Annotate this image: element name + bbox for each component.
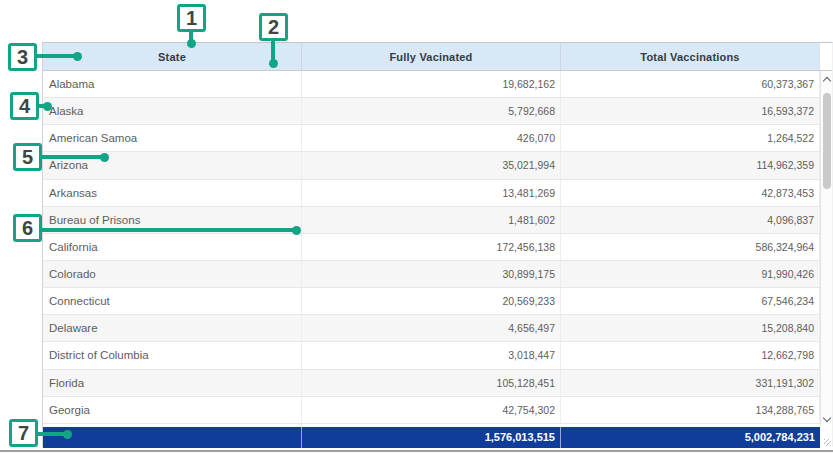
column-header-state[interactable]: State [43,43,302,70]
bottom-divider [0,450,833,452]
table-body: Alabama19,682,16260,373,367Alaska5,792,6… [43,71,832,424]
cell-fully-vacinated: 30,899,175 [302,261,561,287]
table-row[interactable]: District of Columbia3,018,44712,662,798 [43,342,832,369]
table-row[interactable]: Colorado30,899,17591,990,426 [43,261,832,288]
callout-4-dot [43,102,52,111]
page: State Fully Vacinated Total Vaccinations… [0,0,833,453]
cell-state: Georgia [43,397,302,423]
cell-total-vaccinations: 12,662,798 [561,342,820,368]
cell-fully-vacinated: 105,128,451 [302,370,561,396]
column-header-total-vaccinations[interactable]: Total Vaccinations [561,43,820,70]
cell-total-vaccinations: 67,546,234 [561,288,820,314]
callout-6-line [39,228,294,232]
cell-total-vaccinations: 91,990,426 [561,261,820,287]
callout-2-line [271,39,275,61]
callout-3-dot [73,52,82,61]
cell-state: Alabama [43,71,302,97]
resize-grip-icon [824,439,831,446]
table-header-row: State Fully Vacinated Total Vaccinations [43,43,832,71]
cell-state: District of Columbia [43,342,302,368]
table-row[interactable]: Delaware4,656,49715,208,840 [43,315,832,342]
cell-fully-vacinated: 172,456,138 [302,234,561,260]
vertical-scrollbar[interactable] [820,71,832,424]
column-header-fully-vacinated[interactable]: Fully Vacinated [302,43,561,70]
cell-total-vaccinations: 134,288,765 [561,397,820,423]
callout-1-dot [187,39,196,48]
callout-3-line [34,54,74,58]
cell-total-vaccinations: 331,191,302 [561,370,820,396]
cell-fully-vacinated: 42,754,302 [302,397,561,423]
scrollbar-thumb[interactable] [823,93,831,189]
cell-fully-vacinated: 35,021,994 [302,152,561,178]
table-row[interactable]: Alaska5,792,66816,593,372 [43,98,832,125]
cell-state: Florida [43,370,302,396]
cell-fully-vacinated: 13,481,269 [302,180,561,206]
callout-6-dot [292,226,301,235]
table-row[interactable]: Georgia42,754,302134,288,765 [43,397,832,424]
cell-state: California [43,234,302,260]
scroll-up-icon[interactable] [823,77,831,85]
cell-state: Connecticut [43,288,302,314]
summary-total-vaccinations: 5,002,784,231 [561,427,820,448]
cell-fully-vacinated: 4,656,497 [302,315,561,341]
header-scroll-gap [820,43,832,70]
scroll-down-icon[interactable] [823,414,831,422]
table-row[interactable]: Arkansas13,481,26942,873,453 [43,180,832,207]
callout-7-dot [63,430,72,439]
table-row[interactable]: American Samoa426,0701,264,522 [43,125,832,152]
table-row[interactable]: Connecticut20,569,23367,546,234 [43,288,832,315]
cell-fully-vacinated: 426,070 [302,125,561,151]
cell-total-vaccinations: 60,373,367 [561,71,820,97]
cell-fully-vacinated: 20,569,233 [302,288,561,314]
callout-7-line [35,432,65,436]
cell-state: American Samoa [43,125,302,151]
vaccinations-table: State Fully Vacinated Total Vaccinations… [42,42,833,447]
cell-total-vaccinations: 114,962,359 [561,152,820,178]
callout-5-line [39,155,102,159]
summary-fully-vacinated: 1,576,013,515 [302,427,561,448]
cell-fully-vacinated: 1,481,602 [302,207,561,233]
cell-total-vaccinations: 15,208,840 [561,315,820,341]
cell-state: Arkansas [43,180,302,206]
cell-fully-vacinated: 19,682,162 [302,71,561,97]
cell-state: Delaware [43,315,302,341]
summary-state-cell [43,427,302,448]
cell-total-vaccinations: 1,264,522 [561,125,820,151]
callout-2-dot [269,59,278,68]
summary-row: 1,576,013,515 5,002,784,231 [43,427,820,448]
cell-state: Colorado [43,261,302,287]
table-row[interactable]: California172,456,138586,324,964 [43,234,832,261]
cell-fully-vacinated: 3,018,447 [302,342,561,368]
table-row[interactable]: Florida105,128,451331,191,302 [43,370,832,397]
callout-5-dot [100,153,109,162]
cell-total-vaccinations: 42,873,453 [561,180,820,206]
table-row[interactable]: Arizona35,021,994114,962,359 [43,152,832,179]
cell-total-vaccinations: 4,096,837 [561,207,820,233]
cell-state: Alaska [43,98,302,124]
table-row[interactable]: Alabama19,682,16260,373,367 [43,71,832,98]
cell-total-vaccinations: 16,593,372 [561,98,820,124]
cell-fully-vacinated: 5,792,668 [302,98,561,124]
cell-total-vaccinations: 586,324,964 [561,234,820,260]
